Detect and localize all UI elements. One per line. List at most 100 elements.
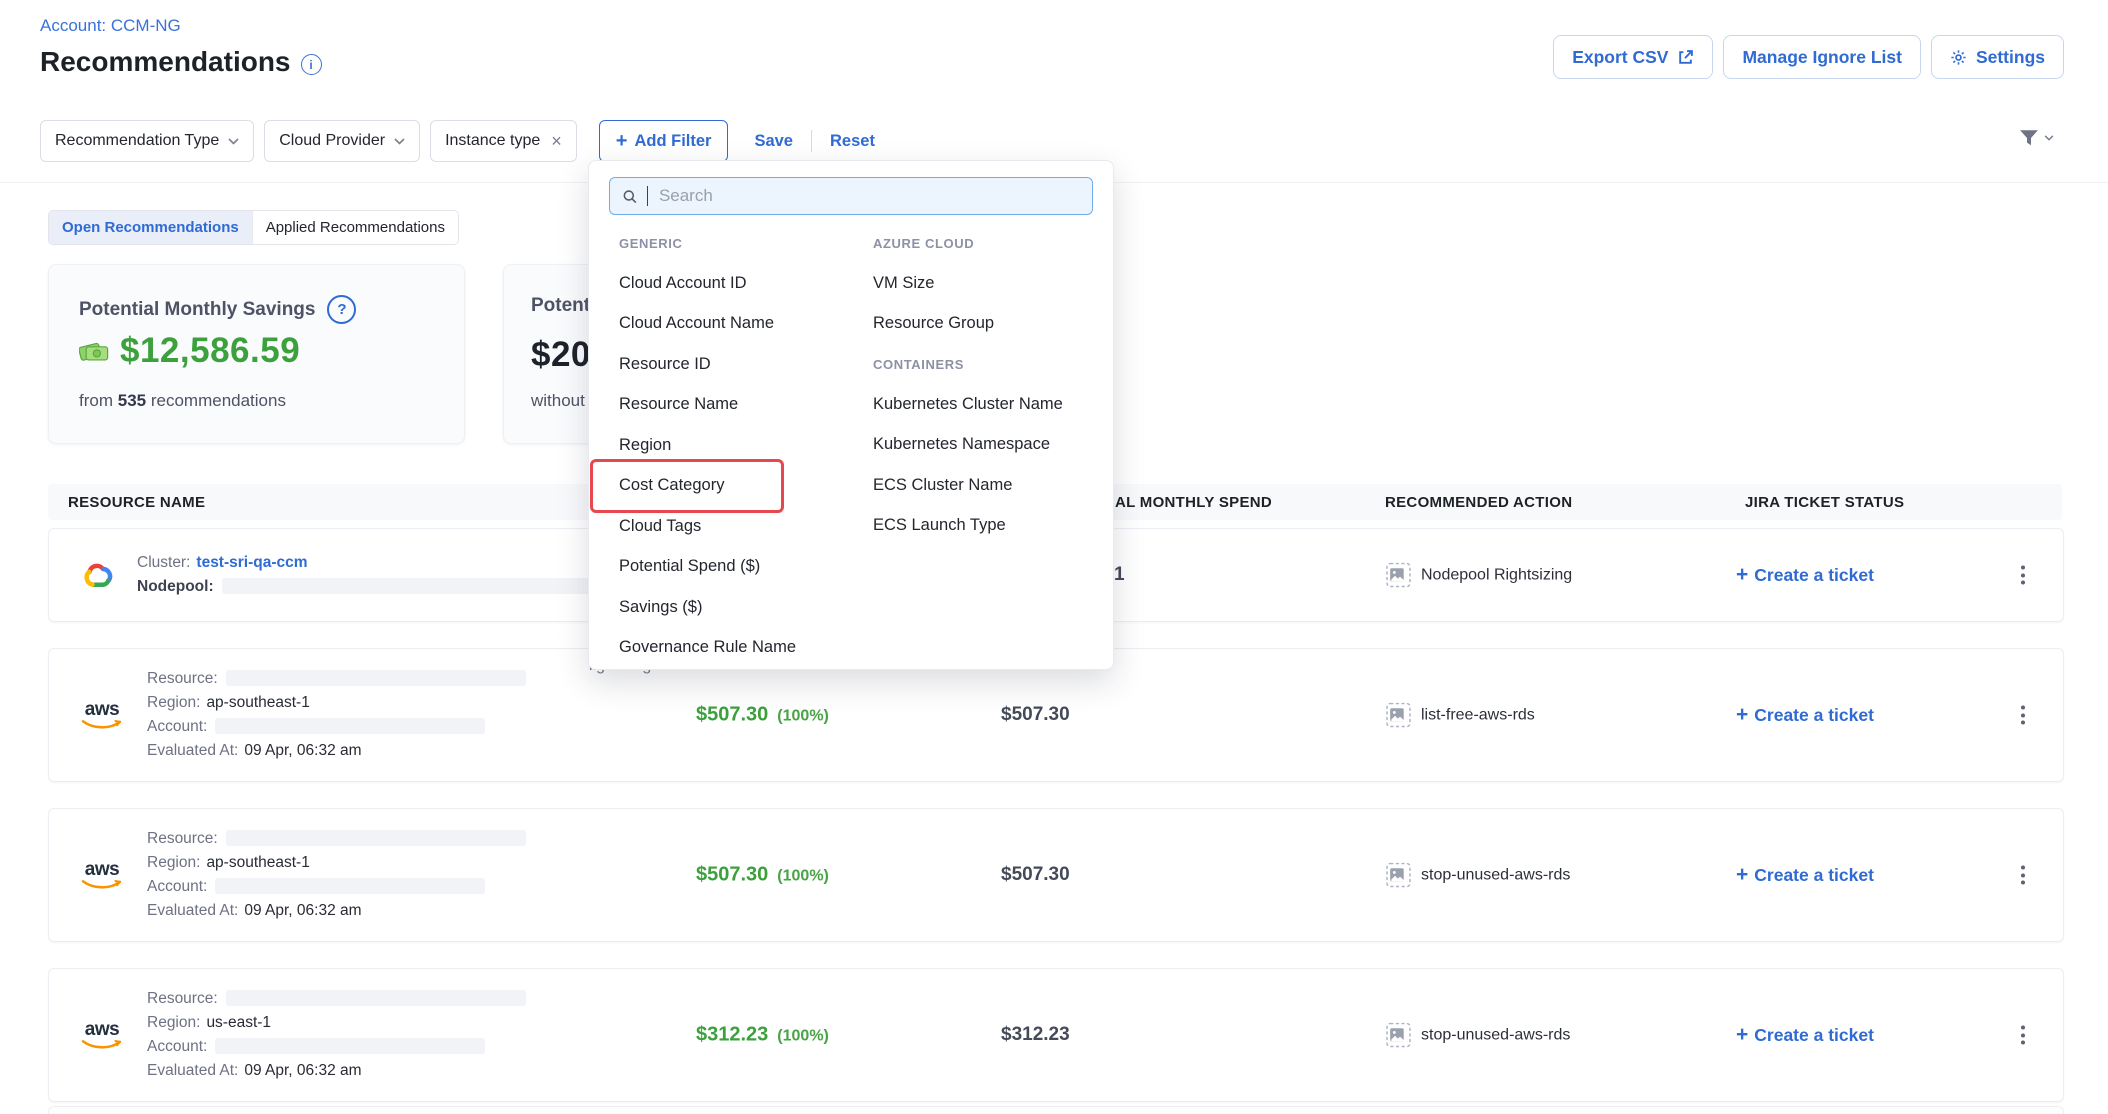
settings-label: Settings xyxy=(1976,47,2045,68)
column-header-jira-ticket-status: JIRA TICKET STATUS xyxy=(1745,494,1904,511)
row-menu-icon[interactable] xyxy=(2015,560,2031,591)
filter-option[interactable]: Savings ($) xyxy=(619,587,854,628)
recommended-action-label: Nodepool Rightsizing xyxy=(1421,566,1572,584)
table-row[interactable]: aws Resource: Region:us-east-1 Account: … xyxy=(48,968,2064,1102)
filter-option[interactable]: Cost Category xyxy=(619,466,854,507)
recommendations-page: Account: CCM-NG Recommendations i Export… xyxy=(0,0,2108,1114)
filter-option[interactable]: Cloud Tags xyxy=(619,506,854,547)
plus-icon: + xyxy=(1736,863,1748,887)
total-spend-value: $507.30 xyxy=(1001,864,1070,886)
filter-chip-cloud-provider[interactable]: Cloud Provider xyxy=(264,120,420,162)
filter-option[interactable]: Governance Rule Name xyxy=(619,628,854,669)
filter-option[interactable]: Potential Spend ($) xyxy=(619,547,854,588)
help-icon[interactable]: ? xyxy=(327,295,356,324)
image-placeholder-icon xyxy=(1386,703,1411,728)
filter-option[interactable]: ECS Launch Type xyxy=(873,506,1093,547)
row-menu-icon[interactable] xyxy=(2015,700,2031,731)
redacted-value xyxy=(226,830,526,846)
search-input[interactable] xyxy=(657,185,1080,207)
reset-filter-button[interactable]: Reset xyxy=(830,132,875,151)
cluster-link[interactable]: test-sri-qa-ccm xyxy=(196,554,307,571)
savings-subtitle: from 535 recommendations xyxy=(79,391,286,411)
filter-panel-toggle[interactable] xyxy=(2019,129,2054,147)
filter-section-header: AZURE CLOUD xyxy=(873,223,1093,263)
create-ticket-label: Create a ticket xyxy=(1754,565,1874,586)
create-ticket-button[interactable]: + Create a ticket xyxy=(1736,563,1874,587)
chip-label: Cloud Provider xyxy=(279,132,385,150)
evaluated-at-value: 09 Apr, 06:32 am xyxy=(244,742,361,759)
funnel-icon xyxy=(2019,129,2039,147)
filter-option[interactable]: Resource Group xyxy=(873,304,1093,345)
create-ticket-label: Create a ticket xyxy=(1754,1025,1874,1046)
aws-icon: aws xyxy=(79,1020,125,1050)
create-ticket-button[interactable]: + Create a ticket xyxy=(1736,1023,1874,1047)
export-csv-button[interactable]: Export CSV xyxy=(1553,35,1713,79)
image-placeholder-icon xyxy=(1386,863,1411,888)
filter-option[interactable]: Cloud Account ID xyxy=(619,263,854,304)
manage-ignore-list-label: Manage Ignore List xyxy=(1742,47,1901,68)
tab-open-recommendations[interactable]: Open Recommendations xyxy=(49,211,252,244)
region-value: us-east-1 xyxy=(206,1014,271,1031)
create-ticket-button[interactable]: + Create a ticket xyxy=(1736,703,1874,727)
image-placeholder-icon xyxy=(1386,1023,1411,1048)
image-placeholder-icon xyxy=(1386,563,1411,588)
region-value: ap-southeast-1 xyxy=(206,694,309,711)
column-header-total-monthly-spend: AL MONTHLY SPEND xyxy=(1115,494,1272,511)
region-value: ap-southeast-1 xyxy=(206,854,309,871)
search-box[interactable] xyxy=(609,177,1093,215)
filter-option[interactable]: Cloud Account Name xyxy=(619,304,854,345)
filter-option[interactable]: Resource ID xyxy=(619,344,854,385)
row-menu-icon[interactable] xyxy=(2015,1020,2031,1051)
filter-option[interactable]: Kubernetes Namespace xyxy=(873,425,1093,466)
gear-icon xyxy=(1950,49,1967,66)
filter-option[interactable]: VM Size xyxy=(873,263,1093,304)
tab-applied-recommendations[interactable]: Applied Recommendations xyxy=(252,211,458,244)
create-ticket-button[interactable]: + Create a ticket xyxy=(1736,863,1874,887)
potential-savings-cell: $507.30(100%) xyxy=(696,704,829,727)
redacted-value xyxy=(226,990,526,1006)
row-menu-icon[interactable] xyxy=(2015,860,2031,891)
card-title: Potential Monthly Savings xyxy=(79,299,315,321)
spend-amount: $20 xyxy=(531,335,591,375)
remove-filter-icon[interactable]: × xyxy=(551,132,562,150)
column-header-recommended-action: RECOMMENDED ACTION xyxy=(1385,494,1572,511)
chip-label: Recommendation Type xyxy=(55,132,219,150)
create-ticket-label: Create a ticket xyxy=(1754,705,1874,726)
table-row[interactable]: aws Resource: Region:ap-southeast-1 Acco… xyxy=(48,808,2064,942)
cluster-line: Cluster:test-sri-qa-ccm xyxy=(137,554,607,572)
filter-option[interactable]: Region xyxy=(619,425,854,466)
search-icon xyxy=(622,188,638,205)
info-icon[interactable]: i xyxy=(301,54,322,75)
table-row[interactable] xyxy=(48,1106,2064,1114)
plus-icon: + xyxy=(1736,1023,1748,1047)
filter-option[interactable]: ECS Cluster Name xyxy=(873,465,1093,506)
filter-options-column-left: GENERICCloud Account IDCloud Account Nam… xyxy=(619,223,854,668)
filter-chip-recommendation-type[interactable]: Recommendation Type xyxy=(40,120,254,162)
column-header-resource-name: RESOURCE NAME xyxy=(68,494,205,511)
add-filter-button[interactable]: + Add Filter xyxy=(599,120,729,162)
redacted-value xyxy=(215,878,485,894)
redacted-value xyxy=(215,718,485,734)
filter-chip-instance-type[interactable]: Instance type × xyxy=(430,120,577,162)
page-title: Recommendations xyxy=(40,46,291,78)
potential-savings-cell: $312.23(100%) xyxy=(696,1024,829,1047)
filter-section-header: GENERIC xyxy=(619,223,854,263)
total-spend-value: 1 xyxy=(1114,564,1125,586)
redacted-value xyxy=(222,578,607,594)
gcp-icon xyxy=(79,560,115,590)
manage-ignore-list-button[interactable]: Manage Ignore List xyxy=(1723,35,1920,79)
external-link-icon xyxy=(1677,49,1694,66)
evaluated-at-value: 09 Apr, 06:32 am xyxy=(244,1062,361,1079)
settings-button[interactable]: Settings xyxy=(1931,35,2064,79)
recommended-action-label: list-free-aws-rds xyxy=(1421,706,1535,724)
save-filter-button[interactable]: Save xyxy=(754,132,793,151)
export-csv-label: Export CSV xyxy=(1572,47,1668,68)
divider xyxy=(811,130,812,152)
filter-option[interactable]: Kubernetes Cluster Name xyxy=(873,384,1093,425)
add-filter-dropdown: GENERICCloud Account IDCloud Account Nam… xyxy=(588,160,1114,670)
aws-icon: aws xyxy=(79,860,125,890)
savings-amount: $12,586.59 xyxy=(120,331,300,371)
potential-monthly-savings-card: Potential Monthly Savings ? $12,586.59 f… xyxy=(48,264,465,444)
filter-option[interactable]: Resource Name xyxy=(619,385,854,426)
breadcrumb[interactable]: Account: CCM-NG xyxy=(40,16,181,36)
